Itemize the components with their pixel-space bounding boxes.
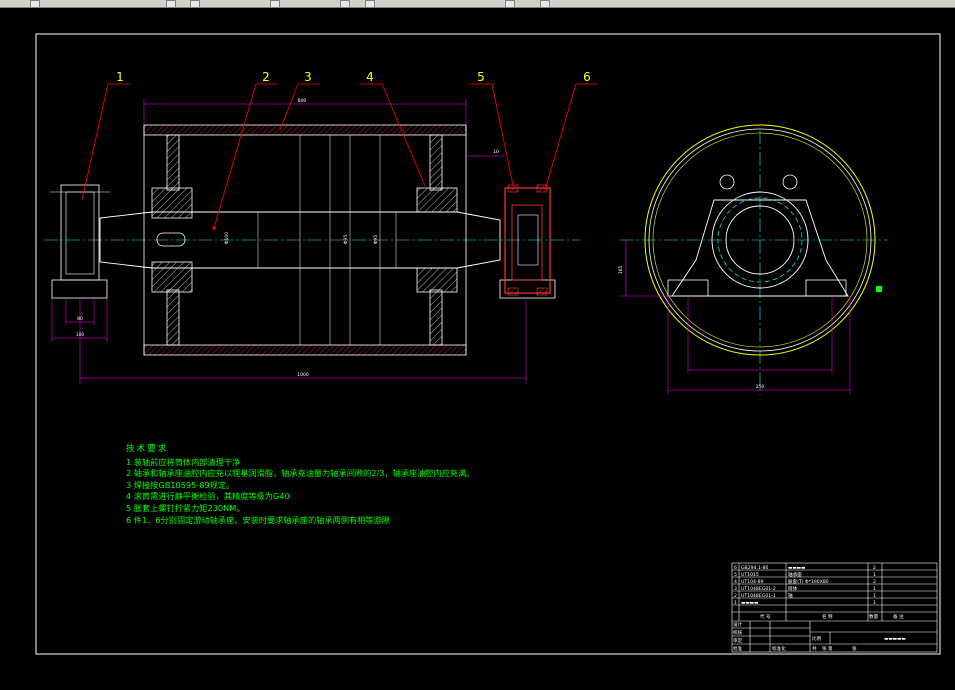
sign-row-0: 设计 <box>733 621 743 628</box>
hub-left-top <box>151 187 193 219</box>
balloon-1: 1 <box>116 70 124 84</box>
part-qty: 1 <box>873 572 876 578</box>
part-qty: 1 <box>873 600 876 606</box>
drum-shell-top <box>143 124 467 136</box>
header-name: 名 称 <box>822 613 833 620</box>
toolbar-button[interactable] <box>270 0 280 8</box>
expansion-sleeve-top <box>416 187 458 213</box>
part-name: 胀套(T) Φ*190X80 <box>788 578 829 585</box>
dim-bearing-block: 80 <box>77 316 83 322</box>
diameter-label-3: Φ95 <box>373 235 379 244</box>
bottom-label-1: 张 第 <box>822 645 833 652</box>
keyway-slot <box>156 232 186 247</box>
balloon-3: 3 <box>304 70 312 84</box>
hub-left-bottom <box>151 261 193 293</box>
part-name: 轴 <box>788 592 793 599</box>
technical-requirements: 技术要求 1 装轴前应将筒体内部清理干净 2 轴承和轴承座油腔内应充以锂基润滑脂… <box>126 444 475 526</box>
drawing-canvas[interactable]: Φ100 Φ95 Φ95 800 1000 80 100 10 1 2 3 4 … <box>0 8 955 686</box>
end-disc-left-bottom <box>166 289 180 346</box>
part-code: ▬▬▬▬ <box>741 601 758 606</box>
header-note: 备 注 <box>893 613 904 620</box>
note-item: 3 焊接按GB10595-89规定。 <box>126 479 235 490</box>
dim-side-offset: 10 <box>493 149 499 155</box>
header-code: 代 号 <box>760 613 771 620</box>
diameter-label-1: Φ100 <box>224 232 230 244</box>
part-code: UT1048EG01-2 <box>741 586 776 592</box>
note-item: 6 件1、6分别固定游动轴承座。安装时要求轴承座的轴承两侧有相等游隙 <box>126 514 390 525</box>
balloon-4: 4 <box>366 70 374 84</box>
toolbar-button[interactable] <box>505 0 515 8</box>
lifting-eye-left <box>719 174 735 190</box>
note-item: 1 装轴前应将筒体内部清理干净 <box>126 456 241 467</box>
part-number: 4 <box>734 579 737 585</box>
part-name: 轴承座 <box>788 571 802 578</box>
part-number: 1 <box>734 600 737 606</box>
toolbar-button[interactable] <box>340 0 350 8</box>
part-code: UT104-89 <box>741 579 764 585</box>
part-qty: 1 <box>873 593 876 599</box>
end-disc-right-top <box>429 134 443 191</box>
diameter-label-2: Φ95 <box>343 235 349 244</box>
dim-bearing-base: 100 <box>76 332 85 338</box>
end-disc-right-bottom <box>429 289 443 346</box>
part-name: 筒体 <box>788 585 798 592</box>
part-qty: 1 <box>873 586 876 592</box>
sign-row-2: 审定 <box>733 637 743 644</box>
toolbar-button[interactable] <box>190 0 200 8</box>
bottom-label-2: 张 <box>852 645 857 652</box>
note-item: 4 滚筒需进行静平衡检验，其精度等级为G40 <box>126 491 290 502</box>
notes-title: 技术要求 <box>126 444 169 454</box>
toolbar-button[interactable] <box>365 0 375 8</box>
cad-toolbar <box>0 0 955 8</box>
balloon-2: 2 <box>262 70 270 84</box>
drawing-number: ▬▬▬▬▬ <box>884 637 906 642</box>
mid-label: 标准化 <box>772 645 786 652</box>
front-view: Φ100 Φ95 Φ95 800 1000 80 100 10 <box>44 98 580 384</box>
expansion-sleeve-bottom <box>416 267 458 293</box>
drawing-svg: Φ100 Φ95 Φ95 800 1000 80 100 10 1 2 3 4 … <box>35 33 941 655</box>
part-code: GB294.1-86 <box>741 565 768 571</box>
toolbar-button[interactable] <box>30 0 40 8</box>
bearing-base-left <box>51 279 108 299</box>
side-view: 165 250 <box>618 124 888 395</box>
toolbar-button[interactable] <box>540 0 550 8</box>
part-number: 6 <box>734 565 737 571</box>
part-number: 3 <box>734 586 737 592</box>
note-item: 5 胀套上螺钉拧紧力矩230NM。 <box>126 502 245 513</box>
part-name: ▬▬▬▬ <box>788 566 805 571</box>
title-block <box>731 562 938 653</box>
dim-shaft-length: 1000 <box>297 372 309 378</box>
dim-tube-length: 800 <box>298 98 307 104</box>
part-qty: 2 <box>873 579 876 585</box>
toolbar-button[interactable] <box>166 0 176 8</box>
part-number: 2 <box>734 593 737 599</box>
lifting-eye-right <box>782 174 798 190</box>
note-item: 2 轴承和轴承座油腔内应充以锂基润滑脂，轴承充油量为轴承间隙的2/3，轴承座油腔… <box>126 468 475 479</box>
scale-label: 比例 <box>812 635 822 642</box>
sign-row-1: 校核 <box>733 629 743 636</box>
title-block-text: 6 GB294.1-86 ▬▬▬▬ 2 5 UT1015 轴承座 1 4 UT104-89 胀套(T… <box>733 565 906 652</box>
balloon-6: 6 <box>583 70 591 84</box>
part-number: 5 <box>734 572 737 578</box>
bottom-label-0: 共 <box>812 645 817 652</box>
balloon-5: 5 <box>477 70 485 84</box>
part-qty: 2 <box>873 565 876 571</box>
drum-shell-bottom <box>143 344 467 356</box>
dim-base-span: 250 <box>756 384 765 390</box>
bearing-housing-left <box>60 184 100 281</box>
end-disc-left-top <box>166 134 180 191</box>
header-qty: 数量 <box>869 613 879 620</box>
marker-square <box>876 286 882 292</box>
sign-row-3: 批准 <box>733 645 743 652</box>
part-code: UT1048EG01-1 <box>741 593 776 599</box>
part-code: UT1015 <box>741 572 759 578</box>
dim-center-height: 165 <box>618 266 624 275</box>
